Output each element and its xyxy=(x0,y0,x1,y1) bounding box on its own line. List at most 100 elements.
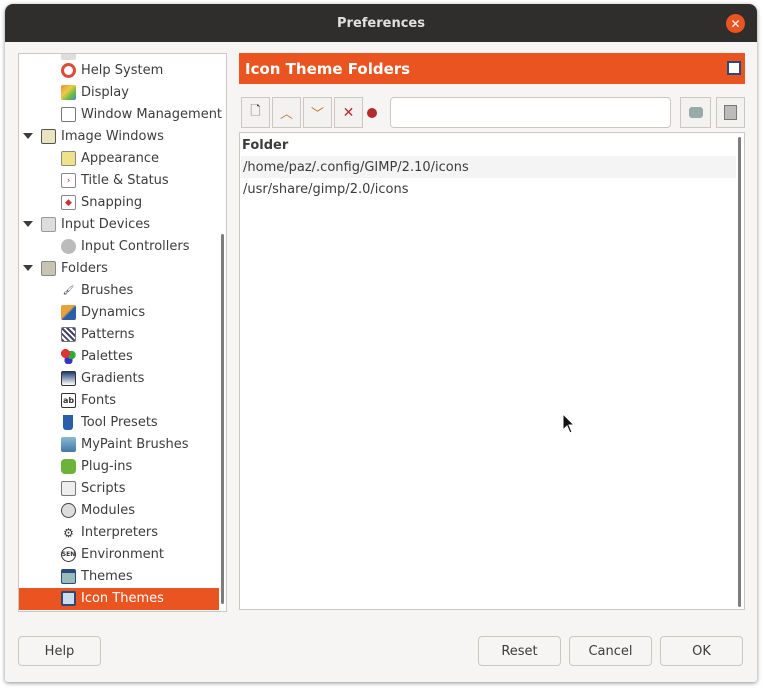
tree-item-label: Tool Presets xyxy=(81,415,158,430)
browse-folder-button[interactable] xyxy=(680,97,711,128)
help-button-label: Help xyxy=(44,643,75,659)
expander-arrow-icon[interactable] xyxy=(23,265,33,271)
delete-folder-button[interactable]: ✕ xyxy=(334,97,363,128)
move-down-button[interactable]: ﹀ xyxy=(303,97,332,128)
tree-item-label: Help System xyxy=(81,63,164,78)
tree-item-dynamics[interactable]: Dynamics xyxy=(19,302,219,324)
tree-item-label: Appearance xyxy=(81,151,160,166)
dynamics-icon xyxy=(61,305,76,320)
tree-item-help-system[interactable]: Help System xyxy=(19,60,219,82)
tree-item-label: Input Controllers xyxy=(81,239,190,254)
fonts-icon: ab xyxy=(61,393,76,408)
mypaint-brushes-icon xyxy=(61,437,76,452)
modules-icon xyxy=(61,503,76,518)
folder-list: Folder /home/paz/.config/GIMP/2.10/icons… xyxy=(239,132,745,610)
expander-arrow-icon[interactable] xyxy=(23,133,33,139)
tree-item-input-devices[interactable]: Input Devices xyxy=(19,214,219,236)
reset-button-label: Reset xyxy=(501,643,538,659)
new-folder-button[interactable]: 🗋 xyxy=(241,97,270,128)
help-button[interactable]: Help xyxy=(18,636,101,666)
cancel-button[interactable]: Cancel xyxy=(569,636,652,666)
snapping-icon: ◆ xyxy=(61,195,76,210)
chevron-up-icon: ︿ xyxy=(279,107,293,122)
close-icon: ✕ xyxy=(730,16,741,31)
tree-item-themes[interactable]: Themes xyxy=(19,566,219,588)
chevron-down-icon: ﹀ xyxy=(310,107,324,122)
file-icon xyxy=(724,105,737,120)
tree-item-label: Title & Status xyxy=(81,173,169,188)
folder-path: /usr/share/gimp/2.0/icons xyxy=(243,181,409,197)
list-scrollbar[interactable] xyxy=(738,137,741,607)
image-windows-icon xyxy=(41,129,56,144)
tree-item-label: Environment xyxy=(81,547,165,562)
input-controllers-icon xyxy=(61,239,76,254)
tree-item-interpreters[interactable]: ⚙ Interpreters xyxy=(19,522,219,544)
display-icon xyxy=(61,85,76,100)
partial-item-icon xyxy=(61,54,76,60)
tree-item-snapping[interactable]: ◆ Snapping xyxy=(19,192,219,214)
tree-item-folders[interactable]: Folders xyxy=(19,258,219,280)
window-management-icon xyxy=(61,107,76,122)
tree-item-title-status[interactable]: › Title & Status xyxy=(19,170,219,192)
tree-item-fonts[interactable]: ab Fonts xyxy=(19,390,219,412)
close-button[interactable]: ✕ xyxy=(726,14,745,33)
tree-item-gradients[interactable]: Gradients xyxy=(19,368,219,390)
move-up-button[interactable]: ︿ xyxy=(272,97,301,128)
tree-item-patterns[interactable]: Patterns xyxy=(19,324,219,346)
folder-column-header[interactable]: Folder xyxy=(241,134,737,156)
new-document-icon: 🗋 xyxy=(250,103,261,119)
delete-icon: ✕ xyxy=(342,104,355,121)
scripts-icon xyxy=(61,481,76,496)
preferences-tree: Help System Display Window Management Im… xyxy=(18,53,227,612)
reset-button[interactable]: Reset xyxy=(478,636,561,666)
tree-item-display[interactable]: Display xyxy=(19,82,219,104)
interpreters-icon: ⚙ xyxy=(63,525,74,540)
input-devices-icon xyxy=(41,217,56,232)
tree-item-tool-presets[interactable]: Tool Presets xyxy=(19,412,219,434)
tool-presets-icon xyxy=(63,415,73,430)
tree-item-label: Interpreters xyxy=(81,525,159,540)
tree-item-palettes[interactable]: Palettes xyxy=(19,346,219,368)
tree-item-scripts[interactable]: Scripts xyxy=(19,478,219,500)
tree-item-modules[interactable]: Modules xyxy=(19,500,219,522)
folder-row[interactable]: /usr/share/gimp/2.0/icons xyxy=(241,178,736,200)
tree-item-label: Brushes xyxy=(81,283,134,298)
tree-item-label: Fonts xyxy=(81,393,117,408)
gradients-icon xyxy=(61,371,76,386)
tree-item-appearance[interactable]: Appearance xyxy=(19,148,219,170)
tree-item-icon-themes[interactable]: Icon Themes xyxy=(19,588,219,610)
panel-header: Icon Theme Folders xyxy=(239,53,745,84)
help-system-icon xyxy=(61,63,76,78)
folder-row[interactable]: /home/paz/.config/GIMP/2.10/icons xyxy=(241,156,736,178)
tree-item-label: Input Devices xyxy=(61,217,151,232)
environment-icon: SEN xyxy=(61,547,76,562)
open-file-button[interactable] xyxy=(716,97,745,128)
tree-item-label: Patterns xyxy=(81,327,135,342)
tree-item-label: Gradients xyxy=(81,371,145,386)
tree-item-image-windows[interactable]: Image Windows xyxy=(19,126,219,148)
themes-icon xyxy=(61,569,76,584)
tree-item-environment[interactable]: SEN Environment xyxy=(19,544,219,566)
ok-button-label: OK xyxy=(692,643,711,659)
tree-item-plug-ins[interactable]: Plug-ins xyxy=(19,456,219,478)
sidebar-scrollbar[interactable] xyxy=(221,234,224,604)
folder-toolbar: 🗋 ︿ ﹀ ✕ xyxy=(239,97,745,129)
tree-item-label: Plug-ins xyxy=(81,459,133,474)
appearance-icon xyxy=(61,151,76,166)
tree-item-label: Folders xyxy=(61,261,108,276)
ok-button[interactable]: OK xyxy=(660,636,743,666)
tree-item-label: Themes xyxy=(81,569,133,584)
palettes-icon xyxy=(61,349,76,364)
tree-item-label: Snapping xyxy=(81,195,143,210)
tree-item-window-management[interactable]: Window Management xyxy=(19,104,222,126)
window-title: Preferences xyxy=(337,15,425,31)
expander-arrow-icon[interactable] xyxy=(23,221,33,227)
brushes-icon: 🖌 xyxy=(62,285,75,296)
filesystem-icon xyxy=(688,107,703,118)
title-status-icon: › xyxy=(61,173,76,188)
tree-item-brushes[interactable]: 🖌 Brushes xyxy=(19,280,219,302)
folder-path-input[interactable] xyxy=(390,97,671,128)
tree-item-mypaint-brushes[interactable]: MyPaint Brushes xyxy=(19,434,219,456)
tree-item-input-controllers[interactable]: Input Controllers xyxy=(19,236,219,258)
writable-toggle[interactable] xyxy=(361,97,383,128)
